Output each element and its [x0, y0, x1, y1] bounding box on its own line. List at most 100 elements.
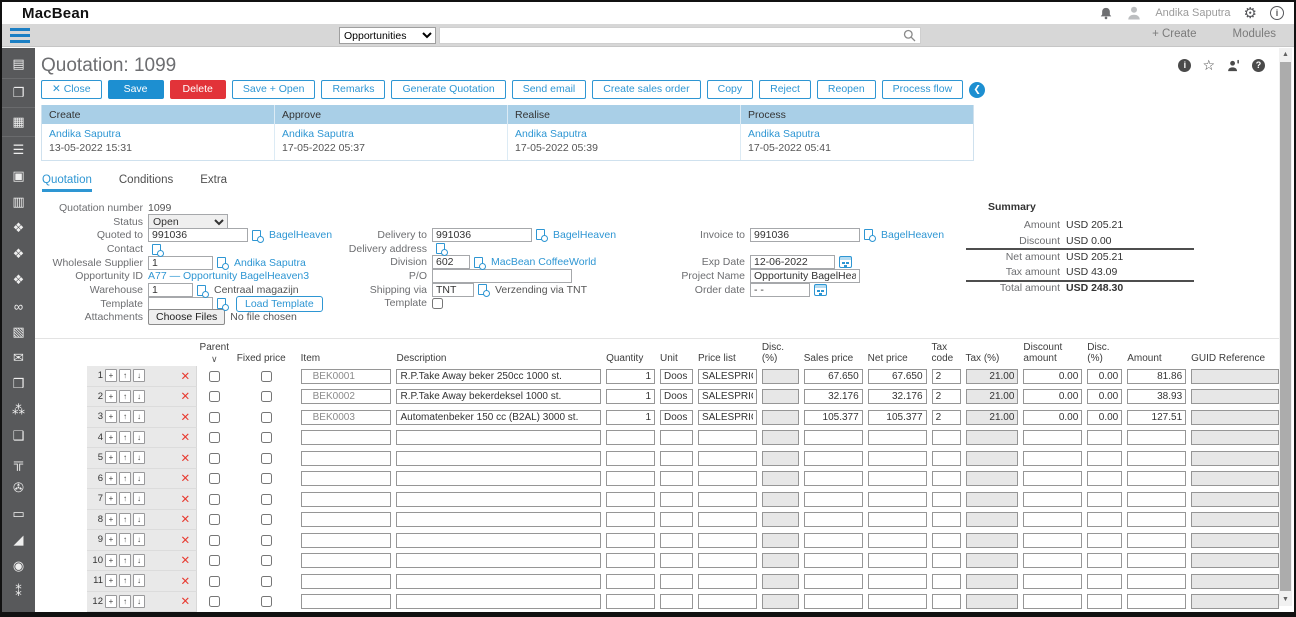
- quantity-input[interactable]: [606, 389, 655, 404]
- fixed-price-checkbox[interactable]: [261, 432, 272, 443]
- lookup-icon[interactable]: [864, 229, 873, 240]
- quantity-input[interactable]: [606, 512, 655, 527]
- move-row-up-button[interactable]: ↑: [119, 492, 131, 505]
- amount-input[interactable]: [1127, 574, 1186, 589]
- save-button[interactable]: Save: [108, 80, 164, 99]
- discount-amount-input[interactable]: [1023, 430, 1082, 445]
- tax-code-input[interactable]: [932, 512, 961, 527]
- fixed-price-checkbox[interactable]: [261, 412, 272, 423]
- disc-pct2-input[interactable]: [1087, 512, 1122, 527]
- move-row-down-button[interactable]: ↓: [133, 595, 145, 608]
- add-row-button[interactable]: +: [105, 513, 117, 526]
- user-activity-icon[interactable]: [1226, 59, 1241, 72]
- discount-amount-input[interactable]: [1023, 533, 1082, 548]
- delivery-to-link[interactable]: BagelHeaven: [553, 229, 616, 241]
- status-select[interactable]: Open: [148, 214, 228, 230]
- item-input[interactable]: [301, 512, 392, 527]
- tax-code-input[interactable]: [932, 533, 961, 548]
- scrollbar-thumb[interactable]: [1280, 62, 1291, 591]
- tab-quotation[interactable]: Quotation: [42, 174, 92, 192]
- delete-row-icon[interactable]: ✕: [181, 369, 191, 383]
- record-info-icon[interactable]: i: [1178, 59, 1191, 72]
- po-input[interactable]: [432, 269, 572, 283]
- discount-amount-input[interactable]: [1023, 451, 1082, 466]
- tax-code-input[interactable]: [932, 594, 961, 609]
- move-row-down-button[interactable]: ↓: [133, 533, 145, 546]
- move-row-down-button[interactable]: ↓: [133, 451, 145, 464]
- quoted-to-link[interactable]: BagelHeaven: [269, 229, 332, 241]
- fixed-price-checkbox[interactable]: [261, 535, 272, 546]
- reject-button[interactable]: Reject: [759, 80, 811, 99]
- item-input[interactable]: [301, 471, 392, 486]
- sales-price-input[interactable]: [804, 533, 863, 548]
- amount-input[interactable]: [1127, 492, 1186, 507]
- move-row-up-button[interactable]: ↑: [119, 390, 131, 403]
- item-input[interactable]: [301, 574, 392, 589]
- disc-pct2-input[interactable]: [1087, 471, 1122, 486]
- delete-row-icon[interactable]: ✕: [181, 553, 191, 567]
- order-date-input[interactable]: [750, 283, 810, 297]
- choose-files-button[interactable]: Choose Files: [148, 309, 225, 325]
- fixed-price-checkbox[interactable]: [261, 494, 272, 505]
- workflow-user-link[interactable]: Andika Saputra: [515, 128, 733, 140]
- search-input[interactable]: [444, 28, 903, 43]
- unit-input[interactable]: [660, 369, 693, 384]
- tax-code-input[interactable]: [932, 574, 961, 589]
- save-open-button[interactable]: Save + Open: [232, 80, 316, 99]
- briefcase-icon[interactable]: ▧: [2, 319, 35, 345]
- create-sales-order-button[interactable]: Create sales order: [592, 80, 700, 99]
- price-list-input[interactable]: [698, 410, 757, 425]
- unit-input[interactable]: [660, 451, 693, 466]
- modules-button[interactable]: Modules: [1233, 28, 1276, 40]
- amount-input[interactable]: [1127, 410, 1186, 425]
- unit-input[interactable]: [660, 492, 693, 507]
- quantity-input[interactable]: [606, 471, 655, 486]
- tax-code-input[interactable]: [932, 451, 961, 466]
- wholesale-supplier-link[interactable]: Andika Saputra: [234, 257, 306, 269]
- fixed-price-checkbox[interactable]: [261, 473, 272, 484]
- quoted-to-input[interactable]: [148, 228, 248, 242]
- remarks-button[interactable]: Remarks: [321, 80, 385, 99]
- description-input[interactable]: [396, 594, 601, 609]
- calendar-icon[interactable]: [839, 256, 852, 268]
- sales-price-input[interactable]: [804, 451, 863, 466]
- delete-row-icon[interactable]: ✕: [181, 471, 191, 485]
- move-row-down-button[interactable]: ↓: [133, 574, 145, 587]
- shipping-via-input[interactable]: [432, 283, 474, 297]
- tax-code-input[interactable]: [932, 492, 961, 507]
- grid-icon[interactable]: ▦: [2, 108, 35, 137]
- parent-checkbox[interactable]: [209, 596, 220, 607]
- parent-checkbox[interactable]: [209, 453, 220, 464]
- item-input[interactable]: [301, 430, 392, 445]
- tab-extra[interactable]: Extra: [200, 174, 227, 192]
- unit-input[interactable]: [660, 471, 693, 486]
- price-list-input[interactable]: [698, 574, 757, 589]
- amount-input[interactable]: [1127, 471, 1186, 486]
- delete-row-icon[interactable]: ✕: [181, 410, 191, 424]
- sitemap-icon[interactable]: ╦: [2, 449, 35, 475]
- key-icon[interactable]: ✇: [2, 475, 35, 501]
- discount-amount-input[interactable]: [1023, 594, 1082, 609]
- parent-checkbox[interactable]: [209, 473, 220, 484]
- unit-input[interactable]: [660, 410, 693, 425]
- unit-input[interactable]: [660, 594, 693, 609]
- module-selector[interactable]: Opportunities: [339, 27, 436, 44]
- app-window-icon[interactable]: ▤: [2, 50, 35, 79]
- price-list-input[interactable]: [698, 533, 757, 548]
- list-icon[interactable]: ▥: [2, 189, 35, 215]
- help-icon[interactable]: ?: [1252, 59, 1265, 72]
- item-input[interactable]: [301, 369, 392, 384]
- description-input[interactable]: [396, 533, 601, 548]
- load-template-button[interactable]: Load Template: [236, 296, 323, 312]
- sales-price-input[interactable]: [804, 492, 863, 507]
- description-input[interactable]: [396, 389, 601, 404]
- puzzle-icon-1[interactable]: ❖: [2, 215, 35, 241]
- folder-icon[interactable]: ❒: [2, 371, 35, 397]
- unit-input[interactable]: [660, 512, 693, 527]
- price-list-input[interactable]: [698, 389, 757, 404]
- sales-price-input[interactable]: [804, 410, 863, 425]
- item-input[interactable]: [301, 492, 392, 507]
- quantity-input[interactable]: [606, 451, 655, 466]
- item-input[interactable]: [301, 451, 392, 466]
- amount-input[interactable]: [1127, 389, 1186, 404]
